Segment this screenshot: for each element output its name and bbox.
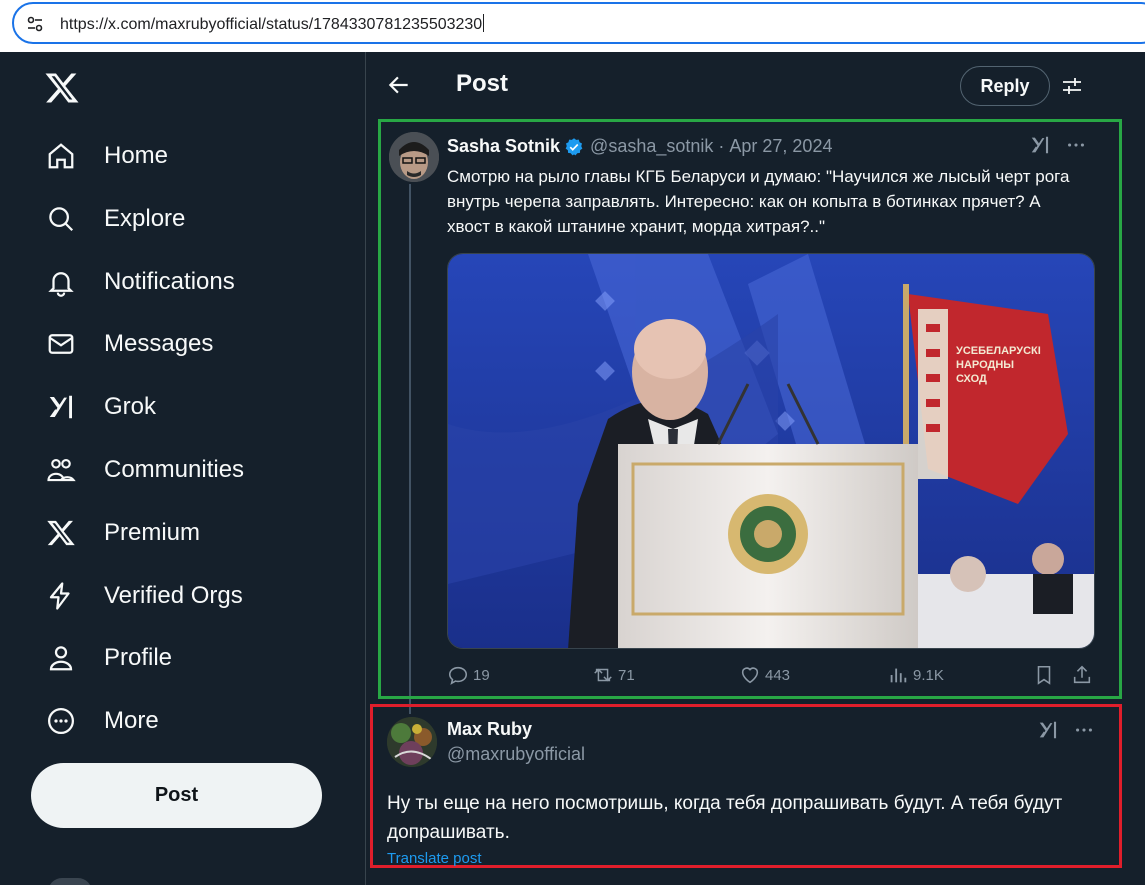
views-action[interactable]: 9.1K (887, 664, 944, 686)
sidebar-item-label: Profile (104, 644, 173, 671)
sidebar-item-label: Explore (104, 205, 186, 232)
post-header: Post Reply (366, 52, 1145, 118)
grok-icon[interactable] (1037, 719, 1059, 741)
x-logo-icon (47, 520, 75, 546)
sidebar-item-label: Messages (104, 330, 214, 357)
more-circle-icon (48, 708, 74, 734)
grok-icon (49, 395, 72, 419)
sidebar-item-messages[interactable]: Messages (30, 318, 213, 370)
share-action[interactable] (1071, 664, 1097, 686)
banner-line-3: СХОД (956, 373, 987, 385)
tweet-text: Ну ты еще на него посмотришь, когда тебя… (387, 793, 1063, 843)
views-chart-icon (890, 668, 907, 683)
sidebar-item-grok[interactable]: Grok (30, 381, 156, 433)
tweet-header: Sasha Sotnik @sasha_sotnik · Apr 27, 202… (447, 136, 832, 157)
search-icon (49, 207, 74, 232)
verified-badge-icon (565, 137, 583, 155)
url-text: https://x.com/maxrubyofficial/status/178… (60, 14, 485, 33)
browser-address-bar: https://x.com/maxrubyofficial/status/178… (0, 0, 1145, 52)
views-count: 9.1K (913, 666, 944, 684)
reply-button[interactable]: Reply (960, 66, 1050, 106)
tweet-image[interactable]: УСЕБЕЛАРУСКІ НАРОДНЫ СХОД (447, 253, 1095, 649)
reply-icon (448, 666, 468, 685)
back-arrow-icon[interactable] (386, 72, 412, 98)
sidebar-item-notifications[interactable]: Notifications (30, 256, 235, 308)
repost-count: 71 (618, 666, 635, 684)
url-field[interactable]: https://x.com/maxrubyofficial/status/178… (12, 2, 1145, 44)
sidebar-item-label: Notifications (104, 268, 235, 295)
sidebar-item-premium[interactable]: Premium (30, 507, 200, 559)
site-info-icon[interactable] (26, 15, 44, 33)
author-name[interactable]: Max Ruby (447, 719, 532, 740)
sidebar-item-home[interactable]: Home (30, 130, 168, 182)
bell-icon (48, 272, 74, 297)
person-icon (49, 646, 73, 671)
tweet-date[interactable]: Apr 27, 2024 (729, 136, 832, 157)
sidebar-item-label: Home (104, 142, 169, 169)
sidebar-item-profile[interactable]: Profile (30, 632, 172, 684)
sidebar-item-verified-orgs[interactable]: Verified Orgs (30, 570, 243, 622)
reply-count: 19 (473, 666, 490, 684)
home-icon (48, 143, 74, 169)
quoted-tweet[interactable]: Sasha Sotnik @sasha_sotnik · Apr 27, 202… (378, 119, 1122, 699)
tweet-text: Смотрю на рыло главы КГБ Беларуси и дума… (447, 167, 1070, 236)
avatar[interactable] (387, 717, 437, 767)
page-title: Post (456, 70, 509, 97)
sidebar-item-label: More (104, 707, 159, 734)
tweet-top-actions (1029, 134, 1087, 156)
sliders-icon[interactable] (1060, 74, 1084, 98)
sidebar-item-label: Verified Orgs (104, 582, 243, 609)
translate-post-link[interactable]: Translate post (387, 850, 482, 867)
envelope-icon (48, 334, 74, 354)
people-icon (47, 458, 76, 482)
more-options-icon[interactable] (1065, 134, 1087, 156)
more-options-icon[interactable] (1073, 719, 1095, 741)
repost-action[interactable]: 71 (592, 664, 635, 686)
avatar[interactable] (389, 132, 439, 182)
main-column: Post Reply Sasha Sotnik @sasha_sotnik · … (365, 52, 1145, 885)
sidebar-item-explore[interactable]: Explore (30, 193, 185, 245)
sidebar-item-more[interactable]: More (30, 695, 159, 747)
sidebar-item-label: Grok (104, 393, 157, 420)
bookmark-action[interactable] (1033, 664, 1059, 686)
tweet-top-actions (1037, 719, 1095, 741)
bookmark-icon (1037, 665, 1051, 685)
x-logo-icon[interactable] (44, 70, 80, 106)
like-action[interactable]: 443 (739, 664, 790, 686)
author-handle[interactable]: @sasha_sotnik (590, 136, 713, 157)
reply-action[interactable]: 19 (447, 664, 490, 686)
author-name[interactable]: Sasha Sotnik (447, 136, 560, 157)
grok-icon[interactable] (1029, 134, 1051, 156)
main-tweet[interactable]: Max Ruby @maxrubyofficial Ну ты еще на н… (370, 704, 1122, 868)
tweet-actions: 19 71 443 9.1K (447, 664, 1107, 692)
heart-icon (741, 667, 759, 684)
sidebar-item-label: Premium (104, 519, 201, 546)
sidebar-item-label: Communities (104, 456, 245, 483)
sidebar-item-communities[interactable]: Communities (30, 444, 244, 496)
sidebar: Home Explore Notifications Messages Grok… (0, 52, 365, 885)
repost-icon (594, 668, 612, 682)
banner-line-2: НАРОДНЫ (956, 359, 1014, 371)
meta-separator: · (718, 136, 725, 156)
author-handle[interactable]: @maxrubyofficial (447, 744, 585, 765)
post-button[interactable]: Post (31, 763, 322, 828)
account-avatar[interactable] (48, 878, 92, 885)
like-count: 443 (765, 666, 791, 684)
banner-line-1: УСЕБЕЛАРУСКІ (956, 345, 1041, 357)
share-icon (1073, 665, 1091, 684)
lightning-icon (49, 582, 70, 610)
